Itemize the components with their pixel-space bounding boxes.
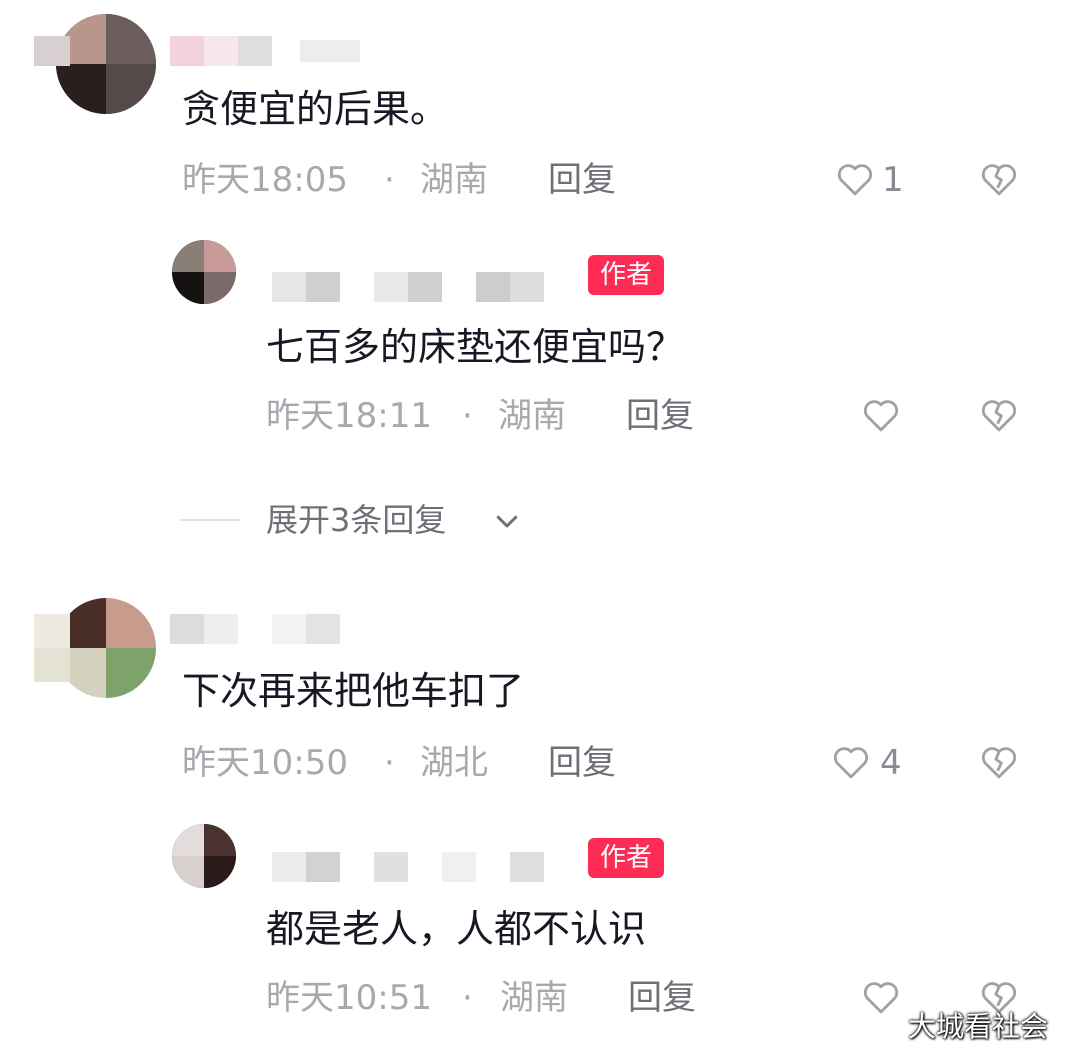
heart-outline-icon bbox=[833, 747, 869, 779]
reply-text: 七百多的床垫还便宜吗？ bbox=[266, 325, 685, 369]
comment-text: 下次再来把他车扣了 bbox=[182, 669, 525, 713]
meta-separator: · bbox=[384, 743, 395, 783]
watermark: 大城看社会 bbox=[908, 1010, 1049, 1043]
like-count: 4 bbox=[880, 743, 902, 783]
reply-location: 湖南 bbox=[498, 396, 566, 436]
chevron-down-icon bbox=[492, 506, 522, 536]
reply-text: 都是老人，人都不认识 bbox=[266, 907, 647, 951]
like-button[interactable] bbox=[834, 158, 876, 200]
author-badge: 作者 bbox=[588, 255, 665, 295]
avatar[interactable] bbox=[56, 598, 156, 698]
like-count: 1 bbox=[882, 160, 904, 200]
expand-replies-label[interactable]: 展开3条回复 bbox=[266, 500, 446, 540]
reply-location: 湖南 bbox=[500, 978, 568, 1018]
reply-button[interactable]: 回复 bbox=[628, 978, 696, 1018]
divider bbox=[180, 519, 240, 521]
comment-location: 湖南 bbox=[420, 160, 488, 200]
reply-button[interactable]: 回复 bbox=[548, 160, 616, 200]
dislike-button[interactable] bbox=[978, 158, 1020, 200]
heart-outline-icon bbox=[837, 164, 873, 196]
meta-separator: · bbox=[384, 160, 395, 200]
like-button[interactable] bbox=[860, 394, 902, 436]
dislike-button[interactable] bbox=[978, 741, 1020, 783]
meta-separator: · bbox=[462, 396, 473, 436]
reply-button[interactable]: 回复 bbox=[626, 396, 694, 436]
reply-time: 昨天18:11 bbox=[266, 396, 432, 436]
reply-button[interactable]: 回复 bbox=[548, 743, 616, 783]
avatar[interactable] bbox=[172, 824, 236, 888]
comment-text: 贪便宜的后果。 bbox=[182, 87, 449, 131]
avatar[interactable] bbox=[172, 240, 236, 304]
like-button[interactable] bbox=[860, 976, 902, 1018]
broken-heart-icon bbox=[981, 400, 1017, 432]
heart-outline-icon bbox=[863, 982, 899, 1014]
comment-time: 昨天10:50 bbox=[182, 743, 348, 783]
broken-heart-icon bbox=[981, 747, 1017, 779]
comment-location: 湖北 bbox=[420, 743, 488, 783]
heart-outline-icon bbox=[863, 400, 899, 432]
dislike-button[interactable] bbox=[978, 394, 1020, 436]
reply-time: 昨天10:51 bbox=[266, 978, 432, 1018]
meta-separator: · bbox=[462, 978, 473, 1018]
author-badge: 作者 bbox=[588, 838, 665, 878]
comment-time: 昨天18:05 bbox=[182, 160, 348, 200]
avatar[interactable] bbox=[56, 14, 156, 114]
like-button[interactable] bbox=[830, 741, 872, 783]
broken-heart-icon bbox=[981, 164, 1017, 196]
